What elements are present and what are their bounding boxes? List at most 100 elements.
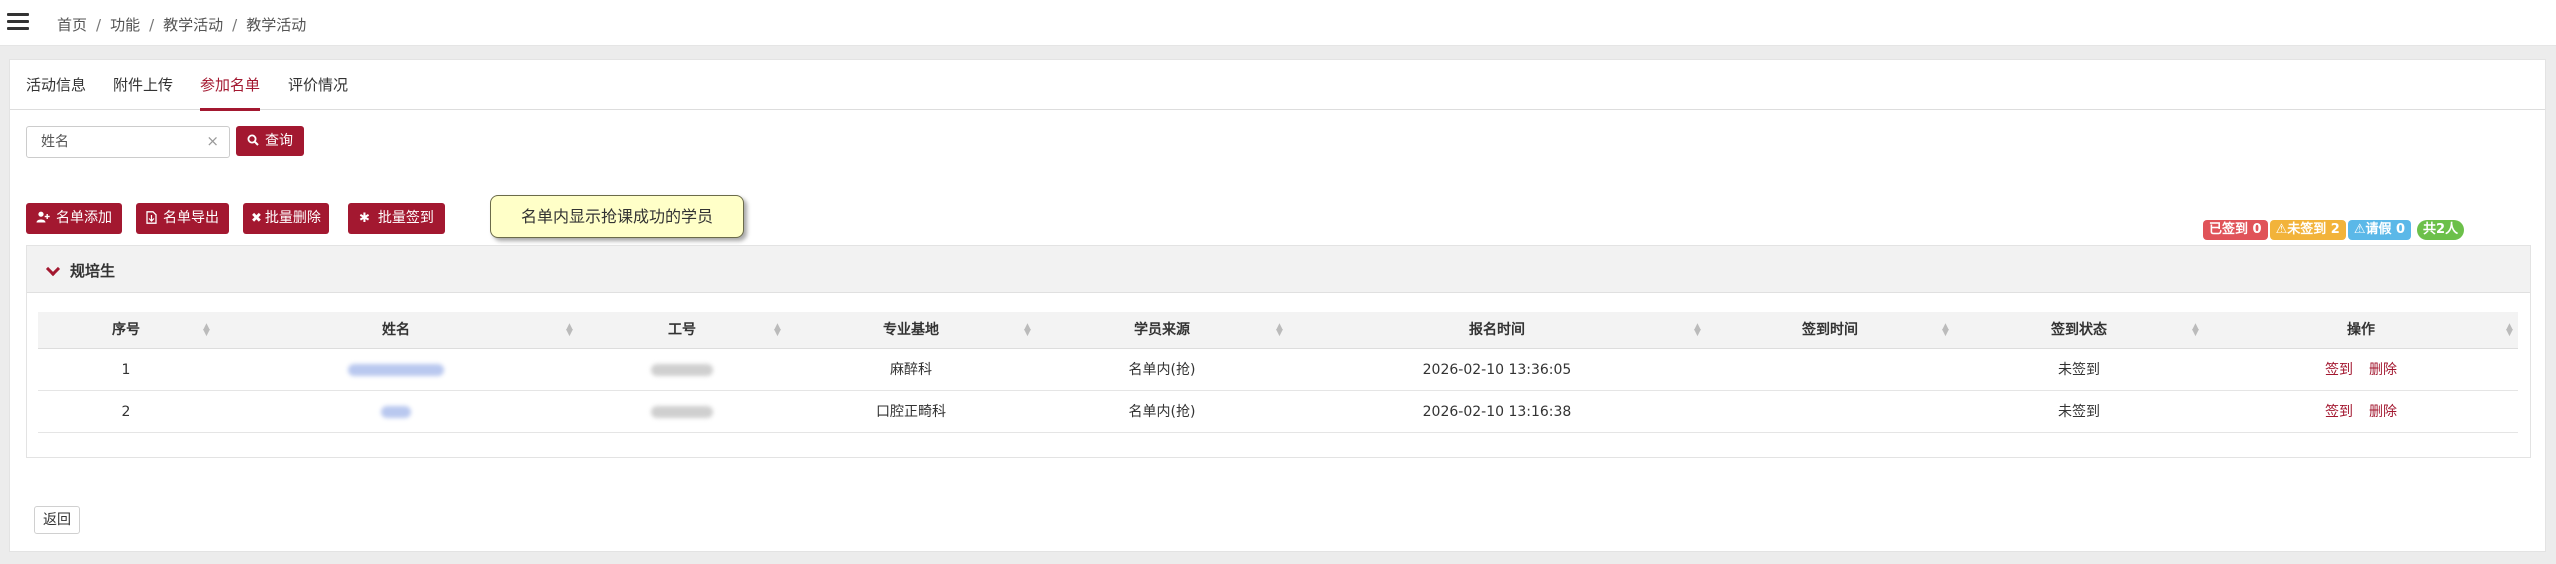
batch-signin-button[interactable]: ✱ 批量签到 xyxy=(348,203,445,234)
batch-signin-label: 批量签到 xyxy=(377,210,434,226)
col-header-label: 报名时间 xyxy=(1469,322,1525,338)
cell-status: 未签到 xyxy=(2058,404,2100,420)
col-header-label: 工号 xyxy=(668,322,696,338)
cell-reg-time: 2026-02-10 13:36:05 xyxy=(1422,362,1572,378)
col-header-name[interactable]: 姓名 xyxy=(214,312,578,349)
clear-icon[interactable]: × xyxy=(206,132,219,150)
table-row: 2 口腔正畸科 名单内(抢) 2026-02-10 13:16:38 未签到 签… xyxy=(38,391,2518,433)
signin-link[interactable]: 签到 xyxy=(2325,362,2353,378)
col-header-label: 学员来源 xyxy=(1134,322,1190,338)
col-header-label: 姓名 xyxy=(382,322,410,338)
search-icon xyxy=(247,127,259,157)
col-header-actions: 操作 xyxy=(2204,312,2518,349)
signin-stats: 已签到 0 ⚠未签到 2 ⚠请假 0 共2人 xyxy=(2203,218,2466,240)
search-field-wrapper: × xyxy=(26,126,230,158)
breadcrumb-item-current: 教学活动 xyxy=(246,16,307,34)
back-button[interactable]: 返回 xyxy=(34,506,80,534)
col-header-status[interactable]: 签到状态 xyxy=(1954,312,2204,349)
cell-staff-id xyxy=(578,391,786,433)
sort-icon[interactable]: ▲ ▼ xyxy=(1694,323,1701,338)
cell-source: 名单内(抢) xyxy=(1128,404,1196,420)
user-plus-icon xyxy=(36,203,50,234)
tab-participant-list[interactable]: 参加名单 xyxy=(200,74,261,111)
tab-evaluation[interactable]: 评价情况 xyxy=(288,74,348,108)
col-header-index[interactable]: 序号 xyxy=(38,312,214,349)
sort-icon[interactable]: ▲ ▼ xyxy=(2506,323,2513,338)
batch-delete-label: 批量删除 xyxy=(264,210,321,226)
col-header-source[interactable]: 学员来源 xyxy=(1036,312,1288,349)
cell-staff-id xyxy=(578,349,786,391)
file-export-icon xyxy=(146,203,157,234)
col-header-staff-id[interactable]: 工号 xyxy=(578,312,786,349)
col-header-base[interactable]: 专业基地 xyxy=(786,312,1036,349)
top-bar: 首页 / 功能 / 教学活动 / 教学活动 xyxy=(0,0,2556,46)
hamburger-icon[interactable] xyxy=(7,13,29,33)
gear-icon: ✱ xyxy=(359,211,370,226)
cell-name[interactable] xyxy=(214,349,578,391)
sort-icon[interactable]: ▲ ▼ xyxy=(1024,323,1031,338)
cell-index: 1 xyxy=(121,362,131,378)
sort-icon[interactable]: ▲ ▼ xyxy=(774,323,781,338)
tooltip-note: 名单内显示抢课成功的学员 xyxy=(490,195,744,238)
cell-reg-time: 2026-02-10 13:16:38 xyxy=(1422,404,1572,420)
cell-base: 麻醉科 xyxy=(890,362,932,378)
col-header-signin-time[interactable]: 签到时间 xyxy=(1706,312,1954,349)
col-header-label: 专业基地 xyxy=(883,322,939,338)
sort-icon[interactable]: ▲ ▼ xyxy=(1276,323,1283,338)
table-header: 序号 ▲ ▼ 姓名 ▲ ▼ 工号 ▲ ▼ 专业基地 ▲ ▼ 学员来源 ▲ ▼ 报名时间 ▲… xyxy=(38,312,2518,349)
total-badge: 共2人 xyxy=(2417,220,2465,240)
redacted-name[interactable] xyxy=(348,364,444,376)
cell-index: 2 xyxy=(121,404,131,420)
delete-link[interactable]: 删除 xyxy=(2369,404,2397,420)
redacted-staff-id xyxy=(651,364,713,376)
cell-actions: 签到 删除 xyxy=(2204,391,2518,433)
signin-link[interactable]: 签到 xyxy=(2325,404,2353,420)
cell-name[interactable] xyxy=(214,391,578,433)
signed-badge: 已签到 0 xyxy=(2203,220,2268,240)
col-header-label: 操作 xyxy=(2347,322,2375,338)
breadcrumb-separator: / xyxy=(96,16,102,34)
breadcrumb: 首页 / 功能 / 教学活动 / 教学活动 xyxy=(57,14,306,35)
breadcrumb-separator: / xyxy=(232,16,238,34)
tab-attachment-upload[interactable]: 附件上传 xyxy=(113,74,173,108)
add-list-button[interactable]: 名单添加 xyxy=(26,203,122,234)
name-search-input[interactable] xyxy=(39,128,209,156)
tab-bar: 活动信息 附件上传 参加名单 评价情况 xyxy=(10,60,2545,111)
times-icon: ✖ xyxy=(251,211,262,226)
cell-actions: 签到 删除 xyxy=(2204,349,2518,391)
cell-signin-time xyxy=(1706,391,1954,433)
cell-signin-time xyxy=(1706,349,1954,391)
col-header-label: 序号 xyxy=(112,322,140,338)
sort-icon[interactable]: ▲ ▼ xyxy=(2192,323,2199,338)
batch-delete-button[interactable]: ✖ 批量删除 xyxy=(243,203,329,234)
sort-icon[interactable]: ▲ ▼ xyxy=(566,323,573,338)
unsigned-badge: ⚠未签到 2 xyxy=(2269,220,2346,240)
breadcrumb-item-function[interactable]: 功能 xyxy=(110,16,140,34)
col-header-reg-time[interactable]: 报名时间 xyxy=(1288,312,1706,349)
table-row: 1 麻醉科 名单内(抢) 2026-02-10 13:36:05 未签到 签到删… xyxy=(38,349,2518,391)
cell-status: 未签到 xyxy=(2058,362,2100,378)
chevron-down-icon[interactable] xyxy=(45,261,61,277)
query-button-label: 查询 xyxy=(265,133,293,149)
col-header-label: 签到时间 xyxy=(1802,322,1858,338)
main-card: 活动信息 附件上传 参加名单 评价情况 × 查询 名单添加 名单导出 ✖批量删除… xyxy=(9,59,2546,552)
leave-badge: ⚠请假 0 xyxy=(2347,220,2412,240)
panel-header[interactable]: 规培生 xyxy=(27,246,2530,293)
export-list-label: 名单导出 xyxy=(163,210,219,226)
breadcrumb-item-home[interactable]: 首页 xyxy=(57,16,87,34)
query-button[interactable]: 查询 xyxy=(236,126,304,156)
cell-base: 口腔正畸科 xyxy=(876,404,946,420)
sort-icon[interactable]: ▲ ▼ xyxy=(1942,323,1949,338)
add-list-label: 名单添加 xyxy=(56,210,112,226)
col-header-label: 签到状态 xyxy=(2051,322,2107,338)
redacted-name[interactable] xyxy=(381,406,411,418)
sort-icon[interactable]: ▲ ▼ xyxy=(203,323,210,338)
breadcrumb-separator: / xyxy=(149,16,155,34)
tab-activity-info[interactable]: 活动信息 xyxy=(26,74,86,108)
redacted-staff-id xyxy=(651,406,713,418)
panel-title: 规培生 xyxy=(70,262,116,280)
breadcrumb-item-teaching[interactable]: 教学活动 xyxy=(163,16,223,34)
export-list-button[interactable]: 名单导出 xyxy=(136,203,229,234)
delete-link[interactable]: 删除 xyxy=(2369,362,2397,378)
cell-source: 名单内(抢) xyxy=(1128,362,1196,378)
